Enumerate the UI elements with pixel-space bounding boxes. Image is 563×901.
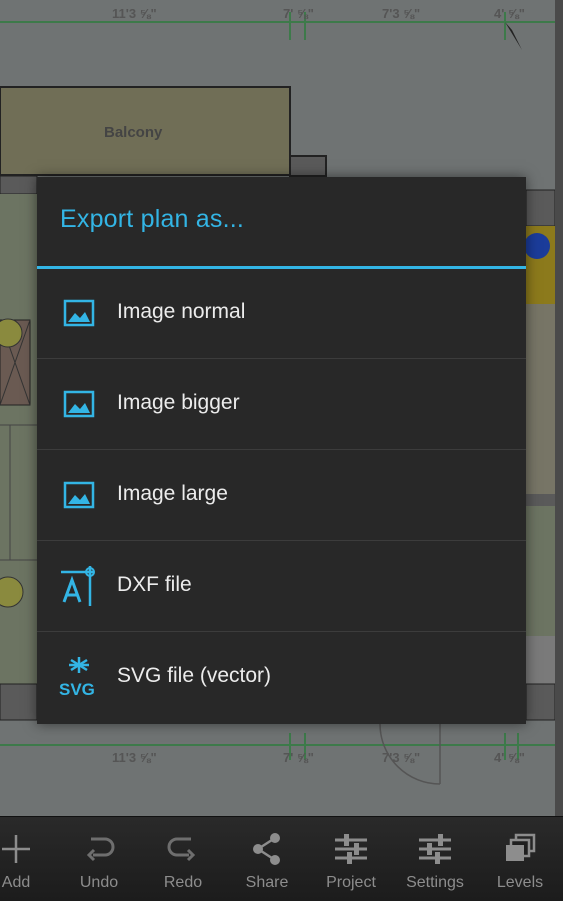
share-button[interactable]: Share xyxy=(227,817,307,901)
toolbar-label: Add xyxy=(1,874,31,891)
toolbar-label: Project xyxy=(326,874,376,891)
toolbar-label: Undo xyxy=(79,874,119,891)
dimension-top-1: 11'3 ⅝" xyxy=(112,6,157,21)
toolbar-label: Share xyxy=(245,874,289,891)
sliders-icon xyxy=(335,834,367,864)
settings-button[interactable]: Settings xyxy=(395,817,475,901)
undo-button[interactable]: Undo xyxy=(59,817,139,901)
dimension-bottom-2: 7' ⅝" xyxy=(283,750,314,765)
image-icon xyxy=(57,473,101,517)
project-button[interactable]: Project xyxy=(311,817,391,901)
toolbar-label: Levels xyxy=(496,874,544,891)
export-item-label: Image large xyxy=(117,482,228,505)
export-item-label: Image bigger xyxy=(117,391,240,414)
export-dxf-file[interactable]: DXF file xyxy=(37,542,526,632)
svg-text:SVG: SVG xyxy=(59,680,95,699)
layers-icon xyxy=(506,833,536,861)
dxf-icon xyxy=(57,564,101,608)
bottom-toolbar: Add Undo Redo Share Project Settings Lev… xyxy=(0,816,563,901)
share-icon xyxy=(253,833,280,865)
export-image-large[interactable]: Image large xyxy=(37,451,526,541)
plan-edge xyxy=(555,0,563,816)
export-item-label: SVG file (vector) xyxy=(117,664,272,687)
dialog-title: Export plan as... xyxy=(60,205,245,233)
dimension-top-2: 7' ⅝" xyxy=(283,6,314,21)
dimension-bottom-1: 11'3 ⅝" xyxy=(112,750,157,765)
add-button[interactable]: Add xyxy=(0,817,56,901)
export-image-normal[interactable]: Image normal xyxy=(37,269,526,359)
toolbar-label: Settings xyxy=(406,874,464,891)
dimension-top-3: 7'3 ⅝" xyxy=(382,6,420,21)
dimension-top-4: 4' ⅝" xyxy=(494,6,525,21)
export-image-bigger[interactable]: Image bigger xyxy=(37,360,526,450)
export-dialog: Export plan as... Image normal Image big… xyxy=(37,177,526,724)
redo-icon xyxy=(167,837,196,862)
dimension-bottom-4: 4' ⅝" xyxy=(494,750,525,765)
svg-icon: SVG xyxy=(57,655,101,699)
levels-button[interactable]: Levels xyxy=(480,817,560,901)
toolbar-label: Redo xyxy=(163,874,203,891)
image-icon xyxy=(57,291,101,335)
sliders-icon xyxy=(419,834,451,864)
export-svg-file[interactable]: SVG SVG file (vector) xyxy=(37,633,526,723)
image-icon xyxy=(57,382,101,426)
export-item-label: Image normal xyxy=(117,300,246,323)
undo-icon xyxy=(86,837,115,862)
plus-icon xyxy=(2,835,30,863)
balcony-label: Balcony xyxy=(104,124,163,141)
redo-button[interactable]: Redo xyxy=(143,817,223,901)
export-item-label: DXF file xyxy=(117,573,192,596)
